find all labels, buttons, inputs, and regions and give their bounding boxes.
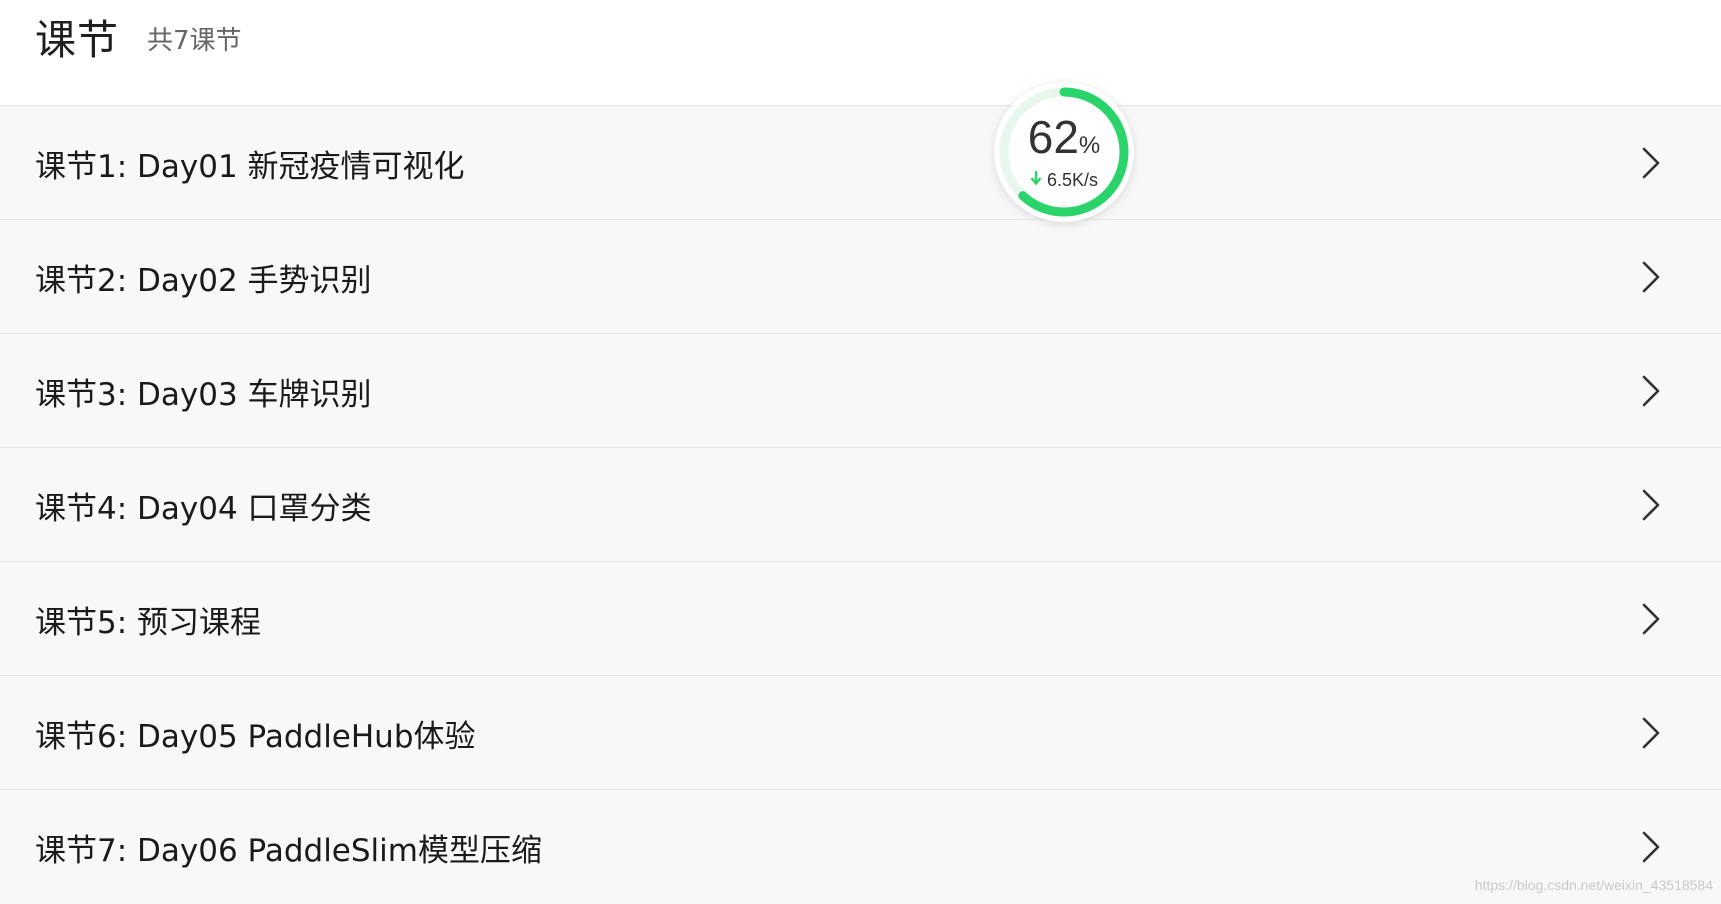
lesson-label: 课节7: Day06 PaddleSlim模型压缩 xyxy=(35,832,542,869)
lesson-list: 课节1: Day01 新冠疫情可视化 课节2: Day02 手势识别 课节3: … xyxy=(0,106,1721,904)
chevron-right-icon xyxy=(1633,487,1669,523)
lesson-item-2[interactable]: 课节2: Day02 手势识别 xyxy=(0,220,1721,334)
lesson-item-3[interactable]: 课节3: Day03 车牌识别 xyxy=(0,334,1721,448)
lesson-label: 课节2: Day02 手势识别 xyxy=(35,262,372,299)
lesson-label: 课节6: Day05 PaddleHub体验 xyxy=(35,718,476,755)
download-progress-widget[interactable]: 62% 6.5K/s xyxy=(994,82,1134,222)
lesson-item-1[interactable]: 课节1: Day01 新冠疫情可视化 xyxy=(0,106,1721,220)
lesson-item-6[interactable]: 课节6: Day05 PaddleHub体验 xyxy=(0,676,1721,790)
lesson-item-4[interactable]: 课节4: Day04 口罩分类 xyxy=(0,448,1721,562)
lesson-item-7[interactable]: 课节7: Day06 PaddleSlim模型压缩 xyxy=(0,790,1721,904)
progress-percent-symbol: % xyxy=(1078,132,1101,159)
lesson-count: 共7课节 xyxy=(147,26,242,56)
chevron-right-icon xyxy=(1633,601,1669,637)
header: 课节 共7课节 xyxy=(0,0,1721,106)
download-speed: 6.5K/s xyxy=(994,170,1134,191)
chevron-right-icon xyxy=(1633,715,1669,751)
chevron-right-icon xyxy=(1633,373,1669,409)
chevron-right-icon xyxy=(1633,829,1669,865)
chevron-right-icon xyxy=(1633,145,1669,181)
lesson-label: 课节3: Day03 车牌识别 xyxy=(35,376,372,413)
lesson-item-5[interactable]: 课节5: 预习课程 xyxy=(0,562,1721,676)
lesson-label: 课节1: Day01 新冠疫情可视化 xyxy=(35,148,465,185)
progress-percent: 62% xyxy=(994,112,1134,171)
chevron-right-icon xyxy=(1633,259,1669,295)
lesson-label: 课节5: 预习课程 xyxy=(35,604,262,641)
download-speed-value: 6.5K/s xyxy=(1046,170,1099,190)
page-title: 课节 xyxy=(35,16,119,64)
arrow-down-icon xyxy=(1030,170,1042,191)
progress-percent-number: 62 xyxy=(1027,111,1079,163)
lesson-label: 课节4: Day04 口罩分类 xyxy=(35,490,372,527)
watermark: https://blog.csdn.net/weixin_43518584 xyxy=(1474,877,1713,893)
